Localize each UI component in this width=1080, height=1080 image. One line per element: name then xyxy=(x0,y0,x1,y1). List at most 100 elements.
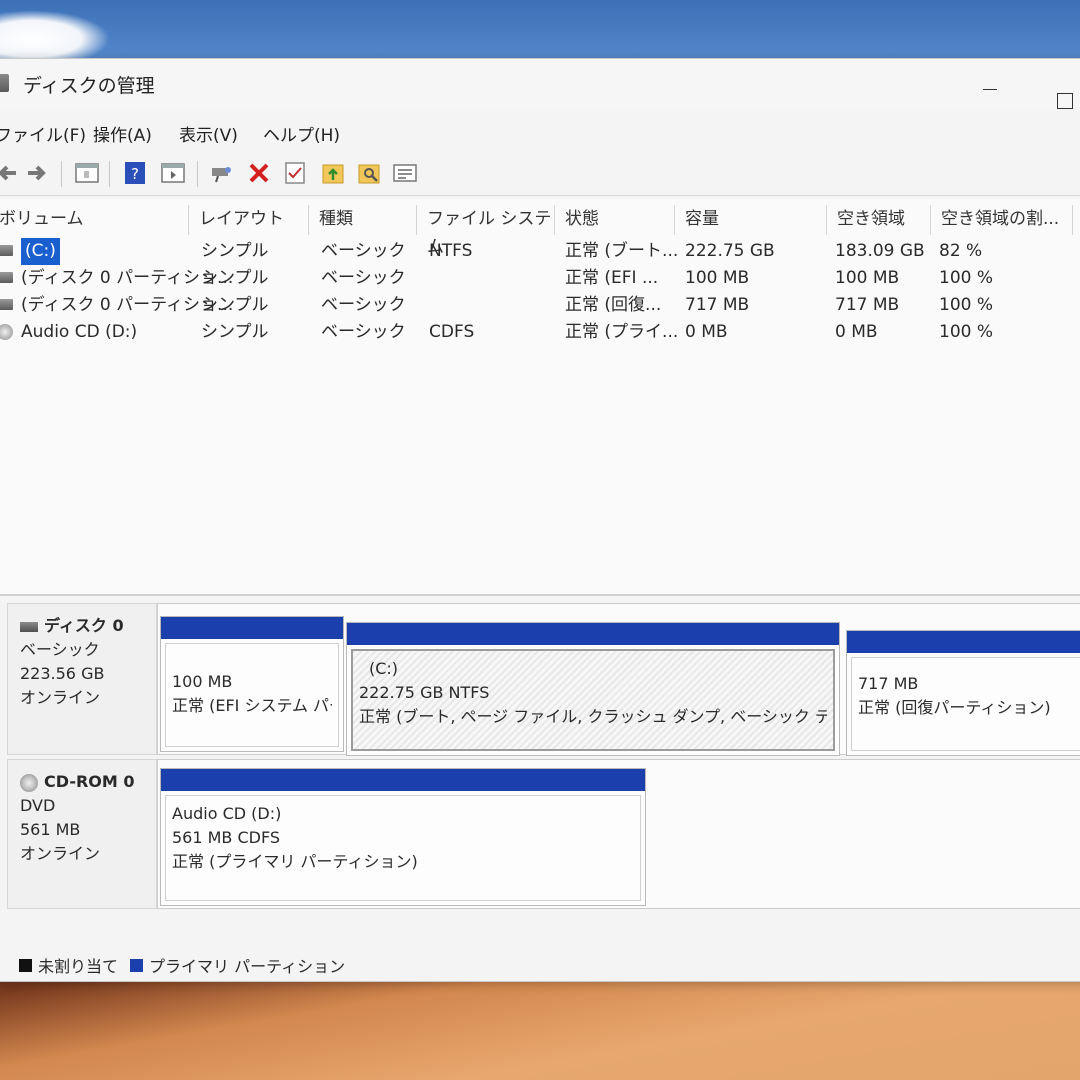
filesystem-cell: NTFS xyxy=(429,241,473,261)
partition-c-label: (C:) xyxy=(369,659,399,678)
volume-list-header: ボリューム レイアウト 種類 ファイル システム 状態 容量 空き領域 空き領域… xyxy=(0,199,1080,257)
capacity-cell: 222.75 GB xyxy=(685,241,775,261)
layout-cell: シンプル xyxy=(201,322,269,342)
cdrom-0-partition-strip: Audio CD (D:) 561 MB CDFS 正常 (プライマリ パーティ… xyxy=(157,759,1080,909)
free-space-cell: 183.09 GB xyxy=(835,241,925,261)
minimize-button[interactable] xyxy=(979,77,1001,99)
drive-icon xyxy=(0,245,13,256)
hard-disk-icon xyxy=(20,621,38,632)
title-bar: ディスクの管理 xyxy=(0,59,1080,109)
cd-drive-icon xyxy=(0,324,13,340)
check-icon[interactable] xyxy=(281,159,309,187)
forward-arrow-icon[interactable] xyxy=(23,159,51,187)
cdrom-0-label[interactable]: CD-ROM 0 DVD 561 MB オンライン xyxy=(7,759,157,909)
partition-efi-size: 100 MB xyxy=(172,672,233,691)
delete-icon[interactable] xyxy=(245,159,273,187)
primary-partition-bar xyxy=(347,623,839,645)
cdrom-0-name: CD-ROM 0 xyxy=(44,772,135,791)
free-percent-cell: 100 % xyxy=(939,322,994,342)
volume-list: ボリューム レイアウト 種類 ファイル システム 状態 容量 空き領域 空き領域… xyxy=(0,199,1080,596)
action-pane-icon[interactable] xyxy=(159,159,187,187)
free-percent-cell: 100 % xyxy=(939,295,994,315)
legend-unallocated: 未割り当て xyxy=(19,953,118,977)
capacity-cell: 0 MB xyxy=(685,322,728,342)
primary-partition-bar xyxy=(161,769,645,791)
free-space-cell: 717 MB xyxy=(835,295,900,315)
cdrom-0-name-line: CD-ROM 0 xyxy=(20,770,156,794)
disk-0-name: ディスク 0 xyxy=(44,616,124,635)
partition-recovery-body: 717 MB 正常 (回復パーティション) xyxy=(851,657,1080,751)
partition-efi-body: 100 MB 正常 (EFI システム パーテ xyxy=(165,643,339,747)
cdrom-0-size: 561 MB xyxy=(20,820,81,839)
primary-partition-bar xyxy=(847,631,1080,653)
column-header-free-percent[interactable]: 空き領域の割... xyxy=(933,205,1073,235)
partition-audio-cd-size: 561 MB CDFS xyxy=(172,828,281,847)
partition-audio-cd[interactable]: Audio CD (D:) 561 MB CDFS 正常 (プライマリ パーティ… xyxy=(160,768,646,906)
capacity-cell: 100 MB xyxy=(685,268,750,288)
partition-recovery-size: 717 MB xyxy=(858,674,919,693)
column-header-free-space[interactable]: 空き領域 xyxy=(829,205,931,235)
partition-efi-status: 正常 (EFI システム パーテ xyxy=(172,696,332,715)
type-cell: ベーシック xyxy=(321,268,406,288)
menu-action[interactable]: 操作(A) xyxy=(93,121,152,146)
console-tree-icon[interactable] xyxy=(73,159,101,187)
free-percent-cell: 100 % xyxy=(939,268,994,288)
volume-cell: Audio CD (D:) xyxy=(21,322,138,342)
column-header-capacity[interactable]: 容量 xyxy=(677,205,827,235)
column-header-volume[interactable]: ボリューム xyxy=(0,205,189,235)
partition-audio-cd-body: Audio CD (D:) 561 MB CDFS 正常 (プライマリ パーティ… xyxy=(165,795,641,901)
partition-c[interactable]: (C:) 222.75 GB NTFS 正常 (ブート, ページ ファイル, ク… xyxy=(346,622,840,756)
primary-partition-bar xyxy=(161,617,343,639)
legend-swatch-primary xyxy=(130,958,144,972)
help-icon[interactable]: ? xyxy=(121,159,149,187)
type-cell: ベーシック xyxy=(321,241,406,261)
disk-0-label[interactable]: ディスク 0 ベーシック 223.56 GB オンライン xyxy=(7,603,157,755)
table-row[interactable]: (C:) シンプル ベーシック NTFS 正常 (ブート... 222.75 G… xyxy=(0,238,1080,265)
disk-management-window: ディスクの管理 ファイル(F) 操作(A) 表示(V) ヘルプ(H) ? ボリュ… xyxy=(0,58,1080,982)
column-header-layout[interactable]: レイアウト xyxy=(191,205,309,235)
menu-file[interactable]: ファイル(F) xyxy=(0,121,86,146)
volume-cell: (C:) xyxy=(21,238,60,265)
partition-recovery-status: 正常 (回復パーティション) xyxy=(858,698,1051,717)
cd-drive-icon xyxy=(20,773,38,792)
toolbar-separator xyxy=(109,161,110,187)
window-title: ディスクの管理 xyxy=(23,75,155,97)
partition-audio-cd-status: 正常 (プライマリ パーティション) xyxy=(172,852,418,871)
maximize-button[interactable] xyxy=(1057,93,1073,109)
svg-text:?: ? xyxy=(131,165,139,183)
legend-primary-label: プライマリ パーティション xyxy=(149,957,346,976)
status-cell: 正常 (回復... xyxy=(565,295,662,315)
menu-bar: ファイル(F) 操作(A) 表示(V) ヘルプ(H) xyxy=(0,113,1080,149)
table-row[interactable]: Audio CD (D:) シンプル ベーシック CDFS 正常 (プライ...… xyxy=(0,319,1080,346)
column-header-status[interactable]: 状態 xyxy=(557,205,675,235)
table-row[interactable]: (ディスク 0 パーティショ... シンプル ベーシック 正常 (回復... 7… xyxy=(0,292,1080,319)
disk-0-name-line: ディスク 0 xyxy=(20,614,156,638)
table-row[interactable]: (ディスク 0 パーティショ... シンプル ベーシック 正常 (EFI ...… xyxy=(0,265,1080,292)
partition-efi[interactable]: 100 MB 正常 (EFI システム パーテ xyxy=(160,616,344,752)
menu-help[interactable]: ヘルプ(H) xyxy=(263,121,340,146)
connect-drive-icon[interactable] xyxy=(207,159,235,187)
column-header-filesystem[interactable]: ファイル システム xyxy=(419,205,555,257)
properties-icon[interactable] xyxy=(391,159,419,187)
search-folder-icon[interactable] xyxy=(355,159,383,187)
free-space-cell: 100 MB xyxy=(835,268,900,288)
back-arrow-icon[interactable] xyxy=(0,159,21,187)
layout-cell: シンプル xyxy=(201,295,269,315)
disk-0-kind: ベーシック xyxy=(20,640,100,659)
legend-primary-partition: プライマリ パーティション xyxy=(130,953,345,977)
status-cell: 正常 (EFI ... xyxy=(565,268,659,288)
column-header-type[interactable]: 種類 xyxy=(311,205,417,235)
partition-c-size: 222.75 GB NTFS xyxy=(359,683,490,702)
menu-view[interactable]: 表示(V) xyxy=(179,121,238,146)
status-cell: 正常 (ブート... xyxy=(565,241,679,261)
cdrom-0-state: オンライン xyxy=(20,844,101,863)
legend-swatch-unallocated xyxy=(19,958,32,972)
drive-icon xyxy=(0,299,13,310)
partition-audio-cd-label: Audio CD (D:) xyxy=(172,804,282,823)
partition-recovery[interactable]: 717 MB 正常 (回復パーティション) xyxy=(846,630,1080,756)
toolbar-separator xyxy=(61,161,62,187)
disk-graphical-view: ディスク 0 ベーシック 223.56 GB オンライン 100 MB 正常 (… xyxy=(0,597,1080,981)
folder-up-icon[interactable] xyxy=(319,159,347,187)
legend-unallocated-label: 未割り当て xyxy=(38,957,119,976)
free-percent-cell: 82 % xyxy=(939,241,983,261)
